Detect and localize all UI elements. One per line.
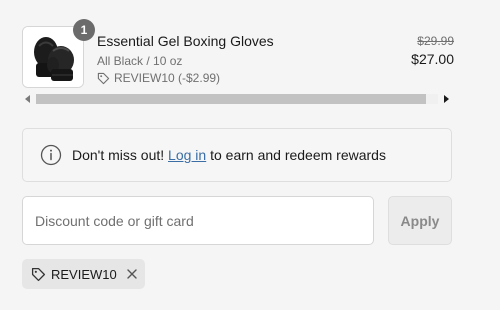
applied-discount-label: REVIEW10 [51,266,117,282]
product-title: Essential Gel Boxing Gloves [97,33,274,49]
scroll-left-arrow[interactable] [22,92,34,106]
scrollbar-thumb[interactable] [36,94,426,104]
current-price: $27.00 [411,51,454,67]
product-discount: REVIEW10 (-$2.99) [97,71,274,85]
tag-icon [97,72,110,84]
product-info: Essential Gel Boxing Gloves All Black / … [97,33,274,85]
rewards-suffix: to earn and redeem rewards [206,147,386,163]
horizontal-scrollbar[interactable] [22,92,452,106]
product-discount-label: REVIEW10 (-$2.99) [114,71,221,85]
original-price: $29.99 [417,34,454,48]
triangle-right-icon [444,95,449,103]
product-prices: $29.99 $27.00 [411,34,454,67]
scroll-right-arrow[interactable] [440,92,452,106]
remove-discount-button[interactable] [127,269,137,279]
info-icon [40,144,62,166]
product-thumbnail-wrapper: 1 [22,19,95,88]
applied-discount-tag: REVIEW10 [22,259,145,289]
close-icon [127,269,137,279]
tag-icon [31,267,46,282]
apply-button[interactable]: Apply [388,196,452,245]
product-variant: All Black / 10 oz [97,54,183,68]
line-item: 1 Essential Gel Boxing Gloves All Black … [22,19,454,90]
triangle-left-icon [25,95,30,103]
discount-code-input[interactable] [22,196,374,245]
rewards-banner: Don't miss out! Log in to earn and redee… [22,128,452,182]
scrollbar-track[interactable] [36,94,438,104]
rewards-text: Don't miss out! Log in to earn and redee… [72,147,386,163]
quantity-badge: 1 [73,19,95,41]
rewards-prefix: Don't miss out! [72,147,169,163]
login-link[interactable]: Log in [168,147,206,163]
